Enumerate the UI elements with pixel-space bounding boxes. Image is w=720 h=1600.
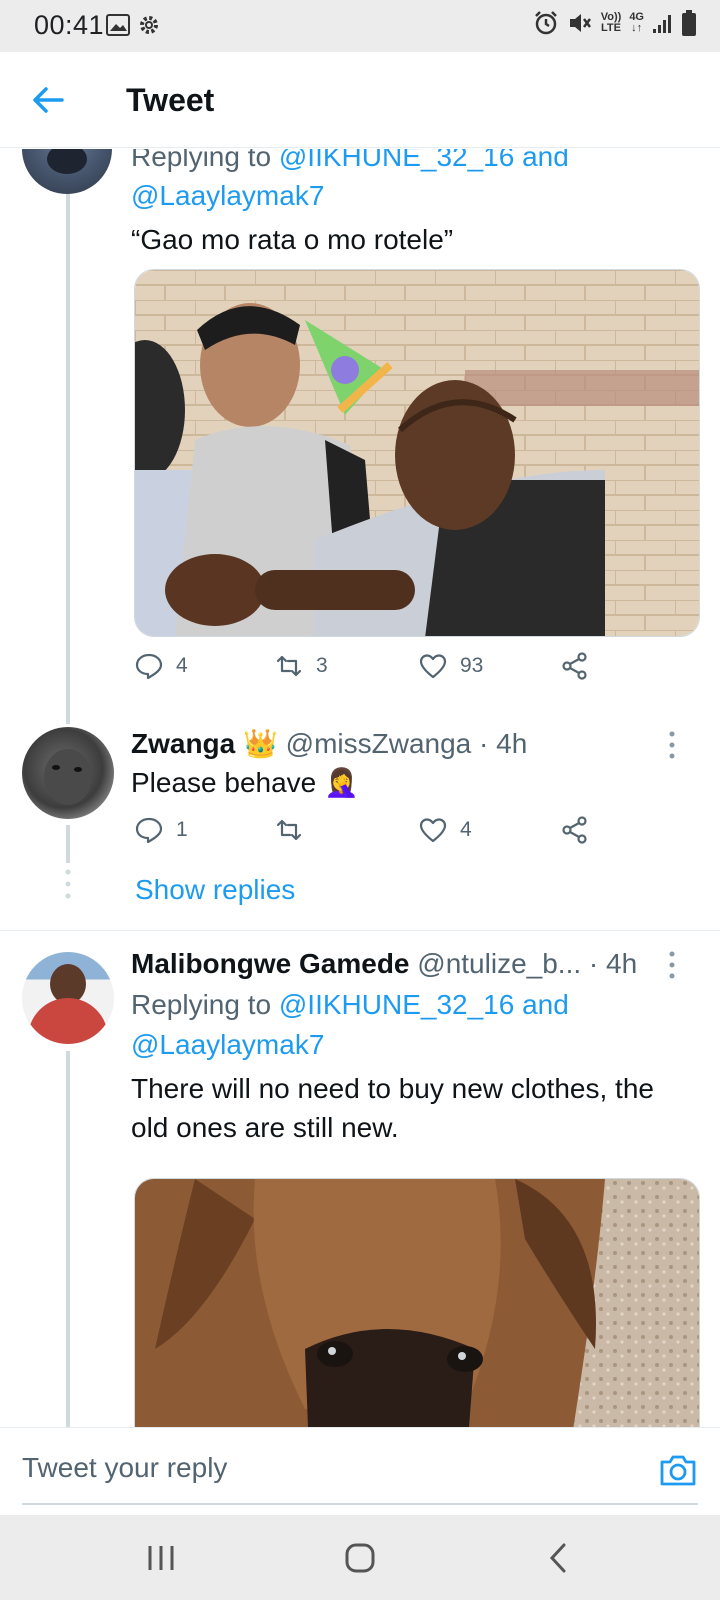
share-icon: [562, 652, 587, 680]
reply-icon: [135, 817, 163, 844]
tweet-text: “Gao mo rata o mo rotele”: [131, 224, 454, 255]
like-count: 93: [460, 654, 484, 677]
image-icon: [106, 14, 130, 36]
retweet-icon: [276, 655, 302, 677]
status-right-icons: Vo)) LTE 4G ↓↑: [533, 10, 696, 36]
handle-time: @missZwanga · 4h: [285, 728, 528, 759]
handle-time: @ntulize_b... · 4h: [417, 948, 638, 979]
like-button[interactable]: 93: [418, 651, 483, 681]
like-button[interactable]: 4: [418, 815, 472, 845]
mention-link[interactable]: @IIKHUNE_32_16: [279, 149, 514, 172]
volte-icon: Vo)) LTE: [600, 11, 622, 34]
mention-link[interactable]: @Laaylaymak7: [131, 176, 324, 216]
camera-icon[interactable]: [658, 1450, 698, 1490]
app-header: Tweet: [0, 52, 720, 148]
share-icon: [562, 816, 587, 844]
thread-dots-icon: [65, 869, 71, 899]
reply-input[interactable]: Tweet your reply: [22, 1452, 582, 1484]
avatar[interactable]: [22, 727, 114, 819]
like-count: 4: [460, 818, 472, 841]
tweet-photo[interactable]: [134, 1178, 700, 1427]
mention-link[interactable]: @IIKHUNE_32_16: [279, 989, 514, 1020]
avatar[interactable]: [22, 149, 112, 194]
battery-icon: [682, 10, 696, 36]
mute-icon: [569, 14, 591, 32]
input-underline: [22, 1503, 698, 1505]
tweet-thread[interactable]: Replying to @IIKHUNE_32_16 and @Laaylaym…: [0, 149, 720, 1427]
tweet-actions: 1 4: [134, 815, 604, 855]
thread-connector: [66, 825, 70, 863]
avatar[interactable]: [22, 952, 114, 1044]
display-name[interactable]: Malibongwe Gamede: [131, 948, 410, 979]
more-options-icon[interactable]: [667, 950, 677, 980]
heart-icon: [419, 654, 447, 679]
heart-icon: [419, 818, 447, 843]
divider: [0, 930, 720, 931]
thread-connector: [66, 149, 70, 724]
thread-connector: [66, 1051, 70, 1427]
status-time: 00:41: [34, 10, 105, 40]
signal-icon: [653, 15, 671, 33]
tweet-text-line: There will no need to buy new clothes, t…: [131, 1073, 654, 1104]
page-title: Tweet: [126, 82, 215, 118]
reply-count: 1: [176, 818, 188, 841]
reply-composer: Tweet your reply: [0, 1427, 720, 1515]
reply-button[interactable]: 4: [134, 651, 188, 681]
share-button[interactable]: [560, 815, 590, 845]
crown-emoji: 👑: [243, 728, 278, 759]
retweet-icon: [276, 819, 302, 841]
back-nav-icon[interactable]: [542, 1541, 576, 1575]
tweet-author: Zwanga 👑 @missZwanga · 4h: [131, 724, 527, 764]
tweet-actions: 4 3 93: [134, 651, 604, 691]
retweet-button[interactable]: [274, 815, 316, 845]
replying-to: Replying to @IIKHUNE_32_16 and: [131, 149, 569, 177]
tweet-text-line: old ones are still new.: [131, 1112, 399, 1143]
more-options-icon[interactable]: [667, 730, 677, 760]
photo-image: [135, 270, 699, 636]
retweet-button[interactable]: 3: [274, 651, 328, 681]
mention-link[interactable]: @Laaylaymak7: [131, 1025, 324, 1065]
show-replies-link[interactable]: Show replies: [135, 870, 295, 910]
retweet-count: 3: [316, 654, 328, 677]
reply-count: 4: [176, 654, 188, 677]
alarm-icon: [534, 11, 557, 35]
home-icon[interactable]: [343, 1541, 377, 1575]
replying-to: Replying to @IIKHUNE_32_16 and: [131, 989, 569, 1020]
status-bar: 00:41 Vo)) LTE 4G ↓↑: [0, 0, 720, 52]
tweet-photo[interactable]: [134, 269, 700, 637]
photo-image: [135, 1179, 699, 1427]
back-arrow-icon[interactable]: [28, 80, 68, 120]
reply-icon: [135, 653, 163, 680]
display-name[interactable]: Zwanga: [131, 728, 235, 759]
share-button[interactable]: [560, 651, 590, 681]
reply-button[interactable]: 1: [134, 815, 188, 845]
recent-apps-icon[interactable]: [144, 1541, 178, 1575]
tweet-author: Malibongwe Gamede @ntulize_b... · 4h: [131, 944, 637, 984]
tweet-text: Please behave 🤦‍♀️: [131, 767, 359, 798]
system-nav-bar: [0, 1515, 720, 1600]
settings-gear-icon: [140, 16, 158, 34]
4g-icon: 4G ↓↑: [629, 11, 644, 34]
